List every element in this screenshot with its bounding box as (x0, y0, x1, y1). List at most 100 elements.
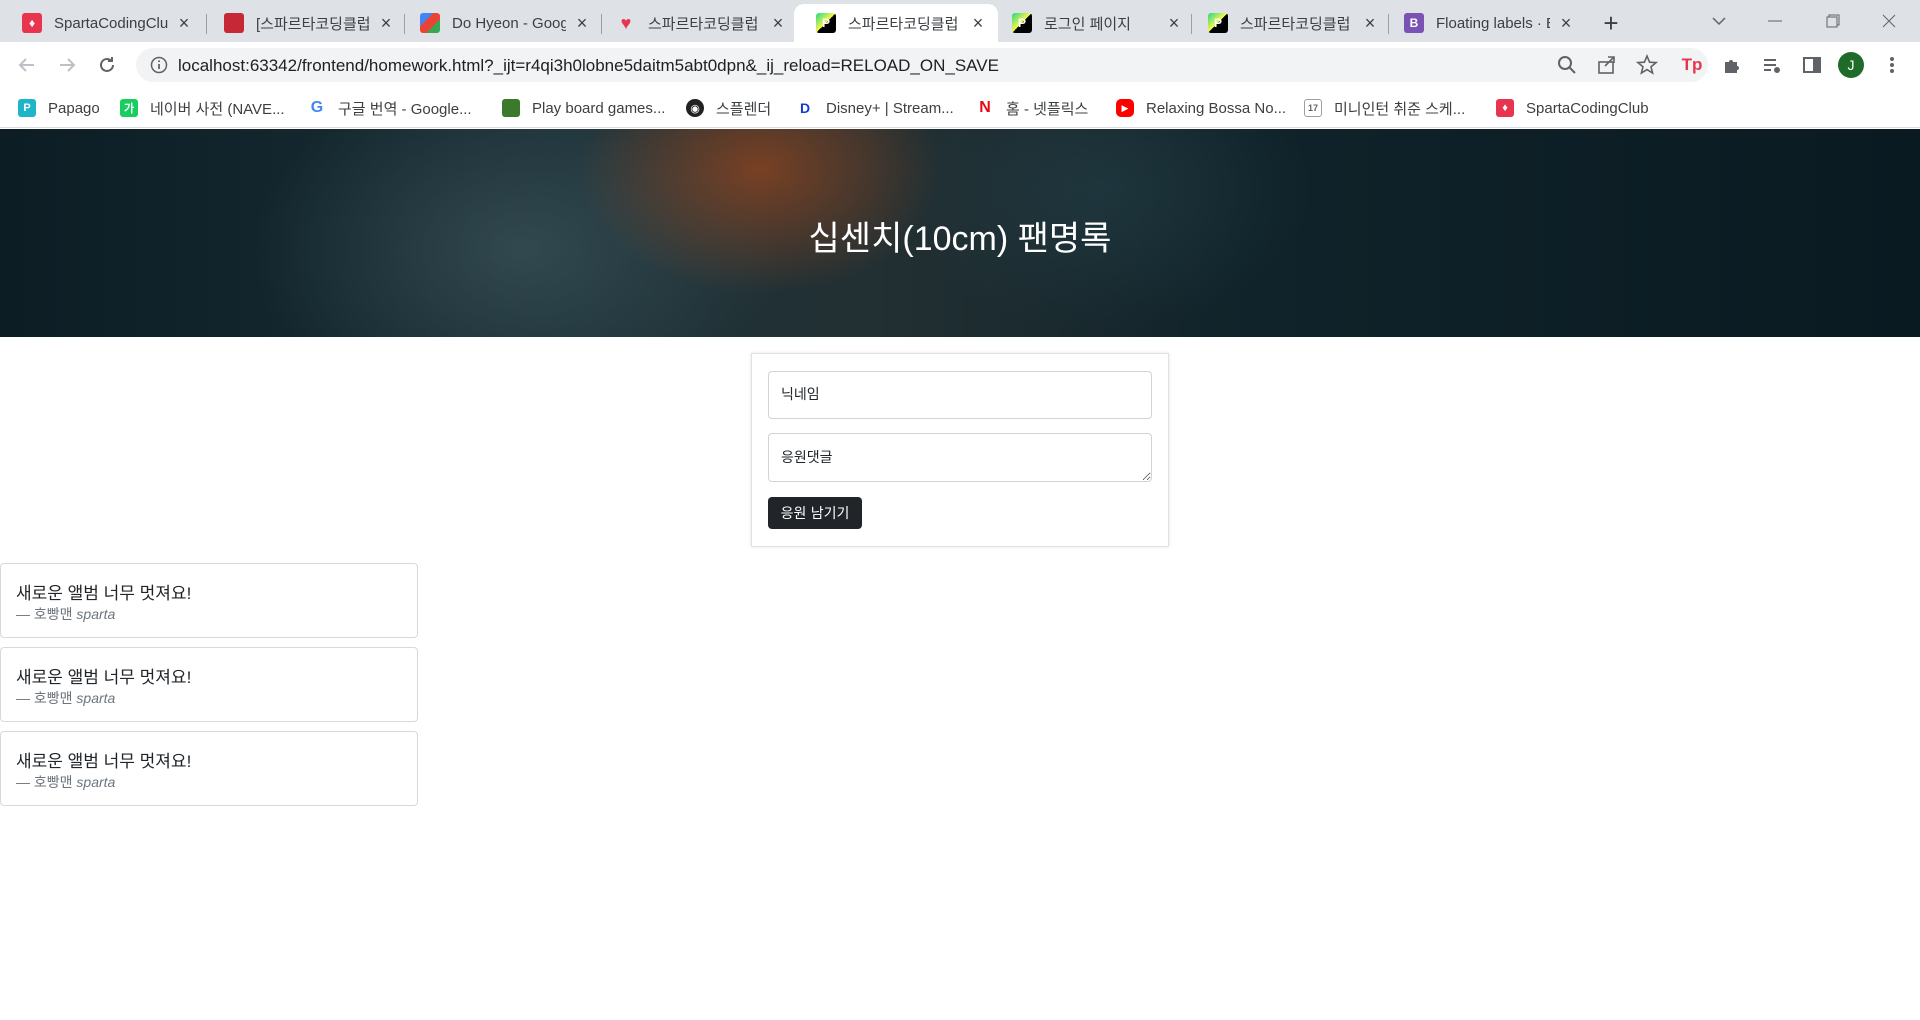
comment-source: sparta (76, 774, 116, 790)
comment-author: — 호빵맨 (16, 606, 77, 622)
site-info-icon[interactable] (150, 56, 168, 74)
bookmark-label: 홈 - 넷플릭스 (1006, 100, 1089, 118)
reload-icon[interactable] (92, 50, 122, 80)
bookmark-label: 구글 번역 - Google... (338, 100, 472, 118)
profile-avatar[interactable]: J (1838, 52, 1864, 78)
restore-icon[interactable] (1806, 4, 1860, 38)
close-icon[interactable]: × (768, 13, 788, 33)
bookmark-label: 네이버 사전 (NAVE... (150, 100, 285, 118)
tab-google-fonts[interactable]: Do Hyeon - Google Fonts × (398, 4, 602, 42)
tab-title: Floating labels · Bootstrap (1436, 14, 1550, 32)
bookmark-label: SpartaCodingClub (1526, 99, 1649, 117)
close-icon[interactable]: × (1556, 13, 1576, 33)
submit-comment-button[interactable]: 응원 남기기 (768, 497, 862, 529)
google-fonts-icon (420, 13, 440, 33)
papago-icon: P (18, 99, 36, 117)
close-icon[interactable]: × (572, 13, 592, 33)
comment-author: — 호빵맨 (16, 774, 77, 790)
page-title: 십센치(10cm) 팬명록 (808, 220, 1112, 258)
close-icon[interactable]: × (1360, 13, 1380, 33)
back-arrow-icon[interactable] (12, 50, 42, 80)
extensions-puzzle-icon[interactable] (1720, 53, 1744, 77)
close-icon[interactable]: × (1164, 13, 1184, 33)
bookmarks-bar: P Papago 가 네이버 사전 (NAVE... G 구글 번역 - Goo… (0, 88, 1920, 128)
pycharm-icon: P (1012, 13, 1032, 33)
address-bar[interactable]: localhost:63342/frontend/homework.html?_… (136, 48, 1708, 82)
calendar-icon: 17 (1304, 99, 1322, 117)
google-icon: G (308, 99, 326, 117)
nickname-input[interactable] (768, 371, 1152, 419)
bookmark-label: Disney+ | Stream... (826, 99, 954, 117)
comment-text: 새로운 앨범 너무 멋져요! (16, 752, 192, 771)
bootstrap-icon: B (1404, 13, 1424, 33)
comment-author: — 호빵맨 (16, 690, 77, 706)
heart-icon: ♥ (620, 12, 632, 33)
bookmark-mini-intern[interactable]: 17 미니인턴 취준 스케... (1304, 97, 1465, 119)
bookmark-naver-dict[interactable]: 가 네이버 사전 (NAVE... (120, 97, 285, 119)
comment-text: 새로운 앨범 너무 멋져요! (16, 584, 192, 603)
bookmark-label: 미니인턴 취준 스케... (1334, 100, 1466, 118)
comment-card: 새로운 앨범 너무 멋져요! — 호빵맨 sparta (0, 563, 418, 638)
bookmark-papago[interactable]: P Papago (18, 97, 100, 119)
bookmark-disney[interactable]: D Disney+ | Stream... (796, 97, 954, 119)
tab-title: 스파르타코딩클럽 (1240, 15, 1351, 33)
comment-source: sparta (76, 606, 116, 622)
comment-card: 새로운 앨범 너무 멋져요! — 호빵맨 sparta (0, 647, 418, 722)
tab-strip: ♦ SpartaCodingClub × [스파르타코딩클럽] × Do Hye… (0, 0, 1920, 42)
tab-sparta-3[interactable]: P 스파르타코딩클럽 × (1186, 4, 1390, 42)
tab-title: Do Hyeon - Google Fonts (452, 14, 566, 32)
bookmark-label: Relaxing Bossa No... (1146, 99, 1287, 117)
tab-sparta-notion[interactable]: [스파르타코딩클럽] × (202, 4, 406, 42)
bookmark-netflix[interactable]: N 홈 - 넷플릭스 (976, 97, 1088, 119)
netflix-icon: N (976, 99, 994, 117)
new-tab-plus-icon[interactable]: + (1596, 8, 1626, 38)
boardgame-icon (502, 99, 520, 117)
bookmark-sparta[interactable]: ♦ SpartaCodingClub (1496, 97, 1649, 119)
comment-card: 새로운 앨범 너무 멋져요! — 호빵맨 sparta (0, 731, 418, 806)
sparta-icon: ♦ (22, 13, 42, 33)
comment-footer: — 호빵맨 sparta (16, 604, 115, 624)
tab-sparta-heart[interactable]: ♥ 스파르타코딩클럽 × (594, 4, 798, 42)
bookmark-label: 스플렌더 (716, 100, 772, 118)
bookmark-splendor[interactable]: ◉ 스플렌더 (686, 97, 771, 119)
bookmark-board-games[interactable]: Play board games... (502, 97, 665, 119)
close-icon[interactable]: × (376, 13, 396, 33)
media-queue-icon[interactable] (1760, 53, 1784, 77)
tab-title: SpartaCodingClub (54, 14, 168, 32)
share-icon[interactable] (1596, 54, 1618, 76)
tab-title: [스파르타코딩클럽] (256, 15, 370, 33)
tab-title: 스파르타코딩클럽 (848, 15, 959, 33)
bookmark-youtube[interactable]: ▶ Relaxing Bossa No... (1116, 97, 1286, 119)
comment-textarea[interactable] (768, 433, 1152, 482)
youtube-icon: ▶ (1116, 99, 1134, 117)
close-icon[interactable]: × (174, 13, 194, 33)
forward-arrow-icon[interactable] (52, 50, 82, 80)
bookmark-star-icon[interactable] (1636, 54, 1658, 76)
comment-footer: — 호빵맨 sparta (16, 688, 115, 708)
splendor-icon: ◉ (686, 99, 704, 117)
bookmark-google-translate[interactable]: G 구글 번역 - Google... (308, 97, 472, 119)
url-text[interactable]: localhost:63342/frontend/homework.html?_… (178, 56, 999, 76)
disney-icon: D (796, 99, 814, 117)
zoom-icon[interactable] (1556, 54, 1578, 76)
tab-active-homework[interactable]: P 스파르타코딩클럽 × (794, 4, 998, 42)
page-viewport: 십센치(10cm) 팬명록 응원 남기기 새로운 앨범 너무 멋져요! — 호빵… (0, 129, 1920, 1020)
comment-form: 응원 남기기 (751, 353, 1169, 547)
tab-bootstrap[interactable]: B Floating labels · Bootstrap × (1382, 4, 1586, 42)
book-icon (224, 13, 244, 33)
tab-login[interactable]: P 로그인 페이지 × (990, 4, 1194, 42)
close-icon[interactable]: × (968, 13, 988, 33)
tab-sparta[interactable]: ♦ SpartaCodingClub × (0, 4, 204, 42)
tab-search-chevron-icon[interactable] (1692, 4, 1746, 38)
side-panel-icon[interactable] (1800, 53, 1824, 77)
more-menu-icon[interactable] (1880, 53, 1904, 77)
tp-extension-icon[interactable]: Tp (1680, 53, 1704, 77)
close-window-icon[interactable] (1862, 4, 1916, 38)
pycharm-icon: P (1208, 13, 1228, 33)
bookmark-label: Papago (48, 99, 100, 117)
minimize-icon[interactable] (1748, 4, 1802, 38)
comment-text: 새로운 앨범 너무 멋져요! (16, 668, 192, 687)
tab-title: 로그인 페이지 (1044, 15, 1131, 33)
hero-banner: 십센치(10cm) 팬명록 (0, 129, 1920, 337)
sparta-icon: ♦ (1496, 99, 1514, 117)
